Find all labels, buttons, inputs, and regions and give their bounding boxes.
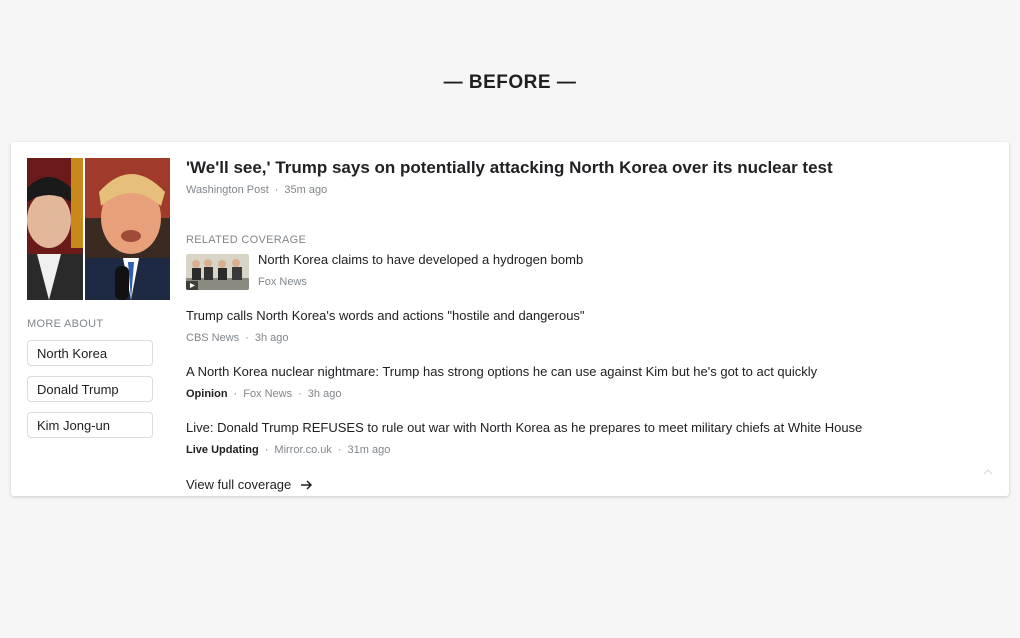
main-story-meta: Washington Post · 35m ago [186, 184, 328, 196]
story-time: 3h ago [307, 388, 342, 400]
story-title[interactable]: A North Korea nuclear nightmare: Trump h… [186, 364, 817, 379]
section-heading: — BEFORE — [443, 72, 577, 93]
story-title[interactable]: Trump calls North Korea's words and acti… [186, 308, 585, 323]
story-source[interactable]: Fox News [243, 388, 292, 400]
main-story-source[interactable]: Washington Post [186, 184, 269, 196]
topic-chip-north-korea[interactable]: North Korea [27, 340, 153, 366]
arrow-right-icon [300, 478, 313, 493]
story-thumbnail[interactable] [27, 158, 170, 300]
more-about-label: MORE ABOUT [27, 318, 104, 330]
related-story-source[interactable]: Fox News [258, 276, 307, 288]
topic-chip-donald-trump[interactable]: Donald Trump [27, 376, 153, 402]
main-story-title[interactable]: 'We'll see,' Trump says on potentially a… [186, 158, 833, 178]
story-time: 3h ago [254, 332, 289, 344]
story-meta: CBS News · 3h ago [186, 332, 289, 344]
news-card: MORE ABOUT North Korea Donald Trump Kim … [11, 142, 1009, 496]
story-meta: Live Updating · Mirror.co.uk · 31m ago [186, 444, 391, 456]
story-title[interactable]: Live: Donald Trump REFUSES to rule out w… [186, 420, 862, 435]
story-source[interactable]: CBS News [186, 332, 239, 344]
related-story-thumbnail[interactable] [186, 254, 249, 290]
story-source[interactable]: Mirror.co.uk [274, 444, 331, 456]
story-tag: Live Updating [186, 444, 259, 456]
main-story-time: 35m ago [284, 184, 328, 196]
story-tag: Opinion [186, 388, 228, 400]
chevron-up-icon[interactable] [983, 464, 993, 475]
view-full-coverage-label: View full coverage [186, 477, 292, 492]
related-story-title[interactable]: North Korea claims to have developed a h… [258, 252, 583, 267]
story-time: 31m ago [347, 444, 391, 456]
topic-chip-kim-jong-un[interactable]: Kim Jong-un [27, 412, 153, 438]
view-full-coverage-link[interactable]: View full coverage [186, 477, 313, 493]
related-coverage-label: RELATED COVERAGE [186, 234, 307, 246]
story-meta: Opinion · Fox News · 3h ago [186, 388, 342, 400]
